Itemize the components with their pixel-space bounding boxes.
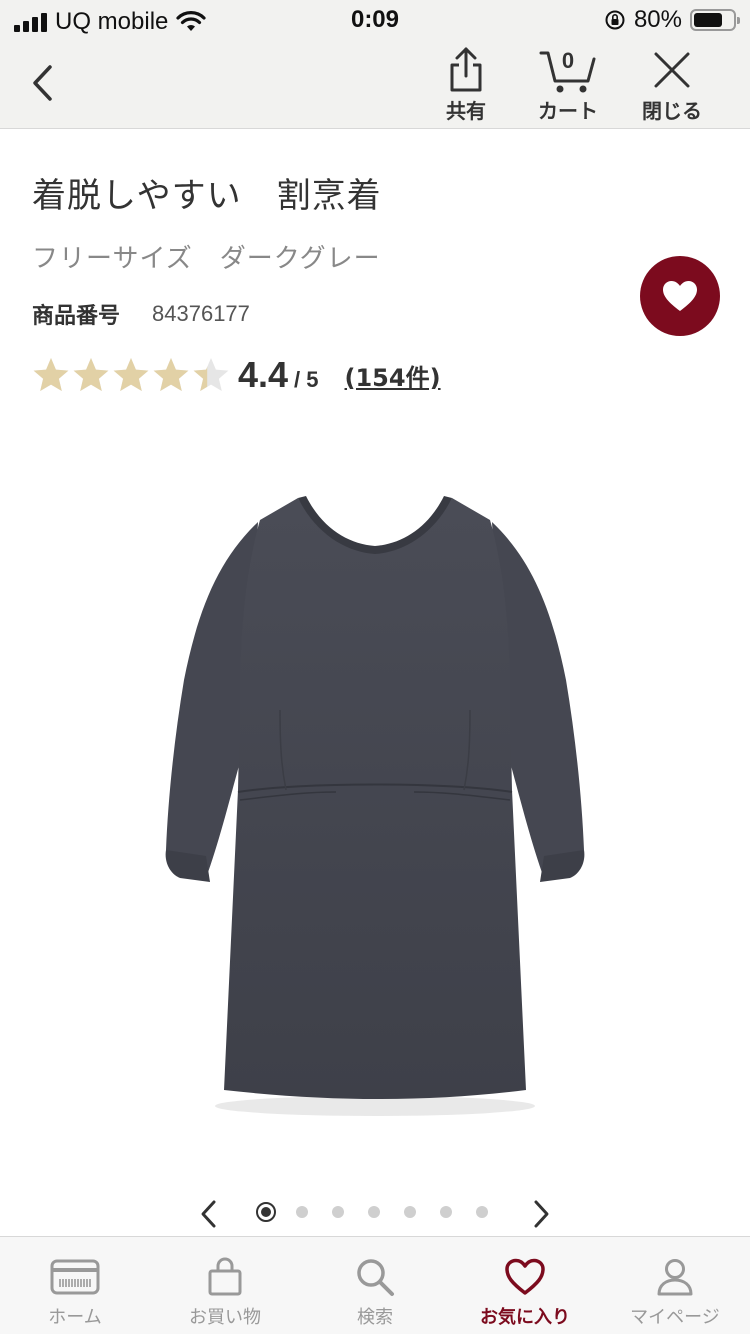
status-bar: UQ mobile 0:09 80% bbox=[0, 0, 750, 40]
cart-label: カート bbox=[538, 99, 598, 123]
product-code-value: 84376177 bbox=[152, 301, 250, 326]
share-button[interactable]: 共有 bbox=[416, 44, 516, 124]
product-variant: フリーサイズ ダークグレー bbox=[32, 244, 381, 274]
cart-count-badge: 0 bbox=[561, 48, 575, 73]
rating-stars bbox=[32, 356, 230, 394]
tab-favorites[interactable]: お気に入り bbox=[450, 1237, 600, 1334]
garment-image-icon bbox=[165, 496, 585, 1116]
product-code-label: 商品番号 bbox=[32, 304, 121, 329]
person-icon bbox=[657, 1259, 693, 1296]
review-count-link[interactable]: (154件) bbox=[345, 358, 441, 393]
carousel-dots bbox=[256, 1202, 512, 1222]
favorite-button[interactable] bbox=[640, 256, 720, 336]
status-right: 80% bbox=[604, 6, 740, 34]
product-title: 着脱しやすい 割烹着 bbox=[32, 176, 382, 216]
carousel-dot[interactable] bbox=[332, 1206, 344, 1218]
rating-row: 4.4 / 5 (154件) bbox=[32, 354, 441, 396]
tab-label: ホーム bbox=[48, 1307, 102, 1328]
star-icon bbox=[193, 358, 229, 391]
star-icon bbox=[33, 358, 69, 391]
carousel-dot[interactable] bbox=[256, 1202, 276, 1222]
carousel-dot[interactable] bbox=[404, 1206, 416, 1218]
chevron-left-icon bbox=[201, 1200, 216, 1228]
tab-shopping[interactable]: お買い物 bbox=[150, 1237, 300, 1334]
carousel-next-button[interactable] bbox=[526, 1198, 556, 1230]
chevron-left-icon bbox=[33, 65, 52, 101]
tab-label: マイページ bbox=[630, 1307, 720, 1328]
carousel-dot[interactable] bbox=[368, 1206, 380, 1218]
orientation-lock-icon bbox=[605, 10, 625, 30]
carousel-dot[interactable] bbox=[476, 1206, 488, 1218]
rating-max: / 5 bbox=[294, 367, 319, 392]
carousel-prev-button[interactable] bbox=[194, 1198, 224, 1230]
rating-value: 4.4 bbox=[238, 354, 289, 395]
heart-icon bbox=[663, 281, 697, 311]
tab-label: お買い物 bbox=[189, 1307, 261, 1328]
battery-icon bbox=[690, 9, 740, 31]
star-icon bbox=[73, 358, 109, 391]
product-code-row: 商品番号 84376177 bbox=[32, 298, 250, 330]
tab-mypage[interactable]: マイページ bbox=[600, 1237, 750, 1334]
carousel-dot[interactable] bbox=[296, 1206, 308, 1218]
heart-icon bbox=[505, 1258, 545, 1295]
carousel-dot[interactable] bbox=[440, 1206, 452, 1218]
tab-search[interactable]: 検索 bbox=[300, 1237, 450, 1334]
back-button[interactable] bbox=[22, 58, 62, 108]
share-label: 共有 bbox=[446, 99, 486, 123]
share-icon bbox=[450, 47, 482, 91]
product-image[interactable] bbox=[140, 470, 610, 1130]
close-label: 閉じる bbox=[642, 99, 702, 123]
image-carousel-nav bbox=[0, 1194, 750, 1234]
card-icon bbox=[50, 1259, 100, 1295]
tab-label: お気に入り bbox=[480, 1307, 570, 1328]
close-button[interactable]: 閉じる bbox=[622, 44, 722, 124]
search-icon bbox=[357, 1259, 394, 1296]
tab-label: 検索 bbox=[357, 1307, 393, 1328]
tab-bar: ホーム お買い物 検索 お気に入り マイページ bbox=[0, 1236, 750, 1334]
battery-percent: 80% bbox=[633, 6, 682, 33]
close-icon bbox=[654, 52, 690, 87]
chevron-right-icon bbox=[534, 1200, 549, 1228]
bag-icon bbox=[208, 1257, 242, 1296]
cart-button[interactable]: 0 カート bbox=[518, 44, 618, 124]
star-icon bbox=[113, 358, 149, 391]
tab-home[interactable]: ホーム bbox=[0, 1237, 150, 1334]
nav-bar: 共有 0 カート 閉じる bbox=[0, 40, 750, 129]
star-icon bbox=[153, 358, 189, 391]
